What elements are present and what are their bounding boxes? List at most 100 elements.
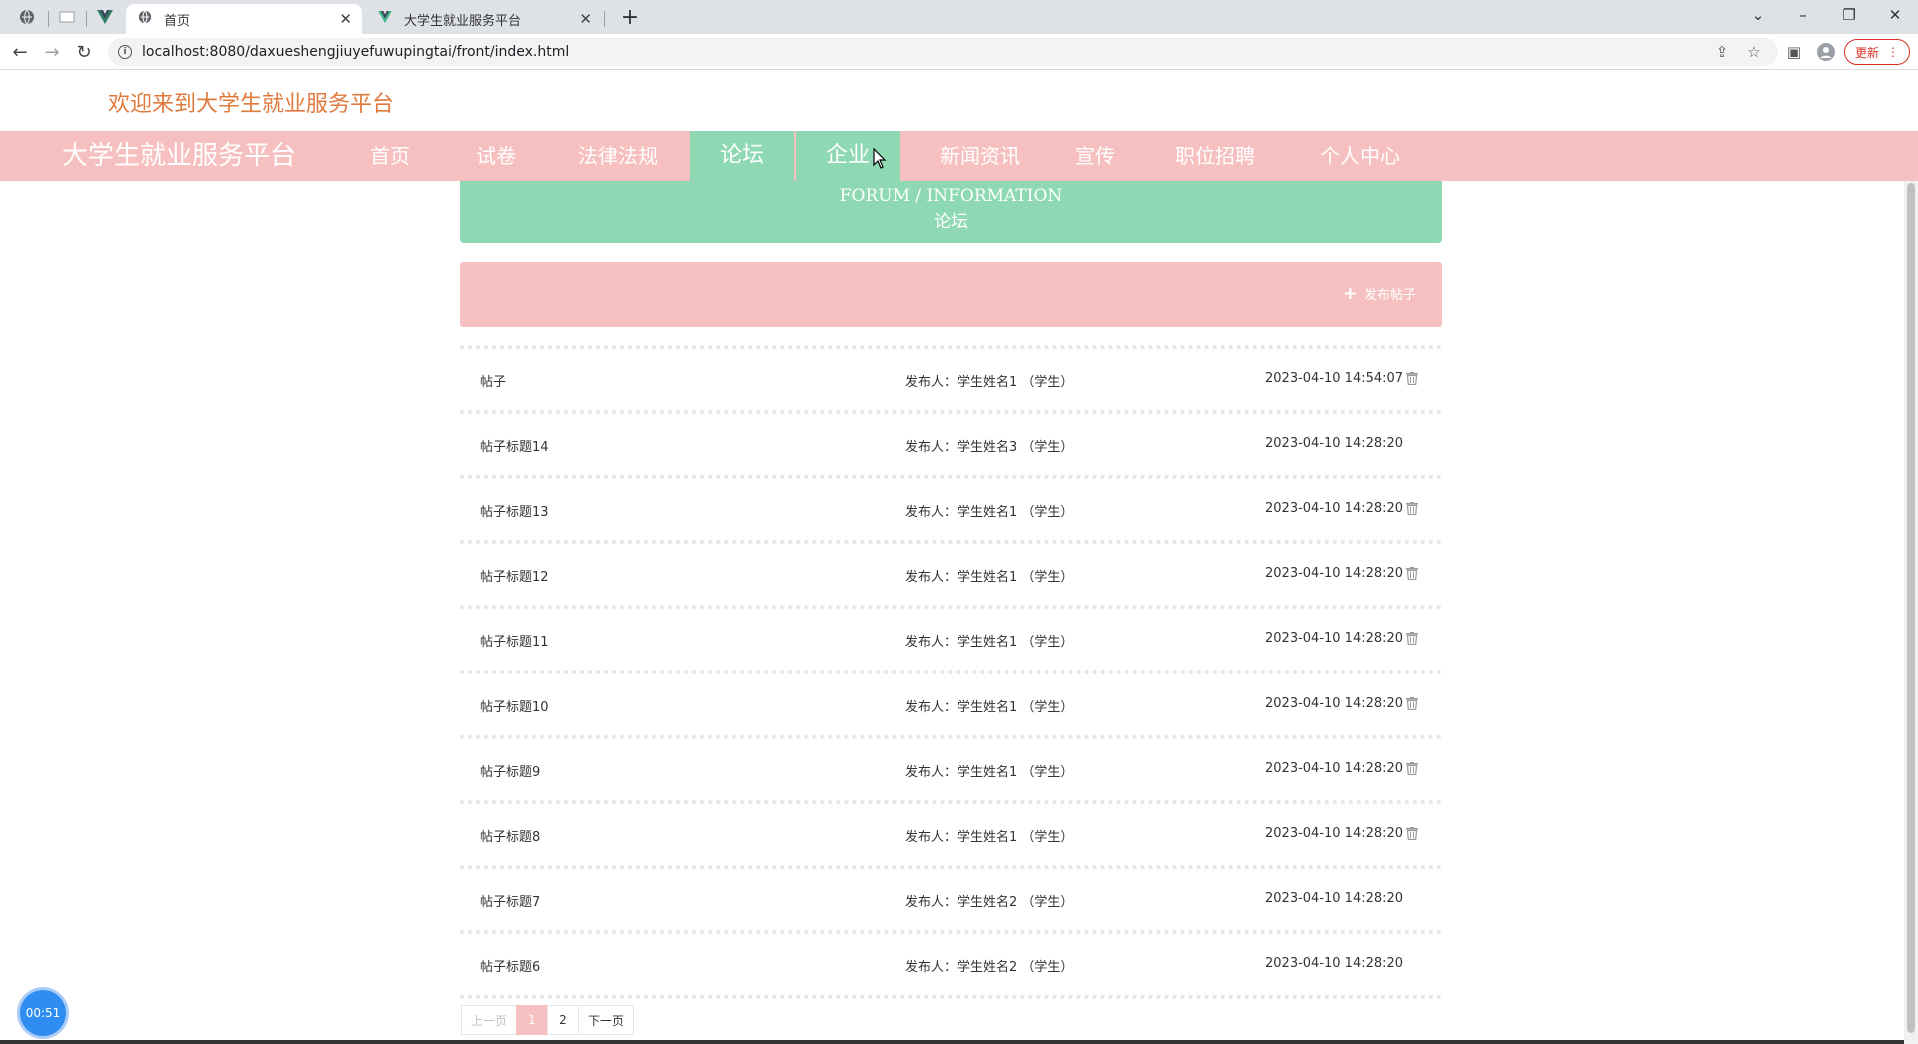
post-title[interactable]: 帖子 [480, 371, 506, 390]
post-author: 发布人：学生姓名1 （学生） [905, 700, 1074, 715]
post-time: 2023-04-10 14:28:20 [1265, 696, 1404, 711]
update-button[interactable]: 更新 ⋮ [1844, 39, 1910, 65]
share-icon[interactable]: ⇪ [1708, 38, 1736, 66]
post-title[interactable]: 帖子标题7 [480, 891, 540, 910]
profile-icon[interactable] [1812, 38, 1840, 66]
post-row[interactable]: 帖子标题6 发布人：学生姓名2 （学生） 2023-04-10 14:28:20 [460, 934, 1442, 999]
post-title[interactable]: 帖子标题10 [480, 696, 549, 715]
tab-platform[interactable]: 大学生就业服务平台 ✕ [366, 4, 602, 34]
pagination: 上一页 1 2 下一页 [461, 1005, 634, 1035]
page-button-1[interactable]: 1 [516, 1005, 548, 1035]
plus-icon: + [1342, 282, 1358, 304]
trash-icon[interactable] [1406, 632, 1418, 645]
sidepanel-icon[interactable]: ▣ [1780, 38, 1808, 66]
forum-action-bar: + 发布帖子 [460, 262, 1442, 327]
post-author: 发布人：学生姓名1 （学生） [905, 570, 1074, 585]
mouse-cursor-icon [873, 148, 887, 169]
post-row[interactable]: 帖子标题7 发布人：学生姓名2 （学生） 2023-04-10 14:28:20 [460, 869, 1442, 934]
post-row[interactable]: 帖子标题8 发布人：学生姓名1 （学生） 2023-04-10 14:28:20 [460, 804, 1442, 869]
post-author: 发布人：学生姓名1 （学生） [905, 375, 1074, 390]
globe-tab-icon[interactable] [10, 4, 44, 30]
forward-arrow-icon[interactable]: → [40, 40, 64, 64]
brand-title[interactable]: 大学生就业服务平台 [62, 131, 296, 181]
post-author: 发布人：学生姓名3 （学生） [905, 440, 1074, 455]
scrollbar[interactable] [1904, 181, 1918, 1044]
welcome-text: 欢迎来到大学生就业服务平台 [108, 92, 395, 117]
star-icon[interactable]: ☆ [1740, 38, 1768, 66]
forum-header: FORUM / INFORMATION 论坛 [460, 181, 1442, 243]
post-author: 发布人：学生姓名1 （学生） [905, 830, 1074, 845]
page-button-2[interactable]: 2 [547, 1005, 579, 1035]
post-time: 2023-04-10 14:28:20 [1265, 891, 1404, 906]
nav-item-exam[interactable]: 试卷 [446, 131, 546, 181]
publish-post-button[interactable]: + 发布帖子 [1343, 284, 1416, 303]
post-title[interactable]: 帖子标题9 [480, 761, 540, 780]
chevron-down-icon[interactable]: ⌄ [1735, 0, 1781, 30]
vue-icon [376, 11, 394, 27]
tab-home[interactable]: 首页 ✕ [126, 4, 362, 34]
nav-item-profile[interactable]: 个人中心 [1300, 131, 1420, 181]
main-nav: 大学生就业服务平台 首页 试卷 法律法规 论坛 企业 新闻资讯 宣传 职位招聘 … [0, 131, 1918, 181]
post-row[interactable]: 帖子标题14 发布人：学生姓名3 （学生） 2023-04-10 14:28:20 [460, 414, 1442, 479]
post-row[interactable]: 帖子标题9 发布人：学生姓名1 （学生） 2023-04-10 14:28:20 [460, 739, 1442, 804]
post-author: 发布人：学生姓名1 （学生） [905, 635, 1074, 650]
timer-badge[interactable]: 00:51 [20, 990, 66, 1036]
vue-tab-icon[interactable] [88, 4, 122, 30]
nav-item-promo[interactable]: 宣传 [1050, 131, 1140, 181]
post-title[interactable]: 帖子标题6 [480, 956, 540, 975]
trash-icon[interactable] [1406, 762, 1418, 775]
blank-tab-icon[interactable] [50, 4, 84, 30]
trash-icon[interactable] [1406, 697, 1418, 710]
nav-item-home[interactable]: 首页 [340, 131, 440, 181]
update-label: 更新 [1854, 45, 1879, 60]
tab-title: 首页 [164, 13, 191, 29]
trash-icon[interactable] [1406, 827, 1418, 840]
url-bar[interactable]: i localhost:8080/daxueshengjiuyefuwuping… [108, 38, 1778, 66]
post-row[interactable]: 帖子 发布人：学生姓名1 （学生） 2023-04-10 14:54:07 [460, 349, 1442, 414]
nav-item-forum[interactable]: 论坛 [690, 131, 794, 181]
browser-tab-bar: 首页 ✕ 大学生就业服务平台 ✕ + ⌄ – ❐ ✕ [0, 0, 1918, 34]
post-time: 2023-04-10 14:28:20 [1265, 631, 1404, 646]
post-title[interactable]: 帖子标题11 [480, 631, 549, 650]
info-icon[interactable]: i [118, 45, 132, 59]
trash-icon[interactable] [1406, 567, 1418, 580]
minimize-button[interactable]: – [1780, 0, 1826, 30]
post-title[interactable]: 帖子标题8 [480, 826, 540, 845]
post-row[interactable]: 帖子标题10 发布人：学生姓名1 （学生） 2023-04-10 14:28:20 [460, 674, 1442, 739]
post-row[interactable]: 帖子标题11 发布人：学生姓名1 （学生） 2023-04-10 14:28:20 [460, 609, 1442, 674]
back-arrow-icon[interactable]: ← [8, 40, 32, 64]
post-time: 2023-04-10 14:28:20 [1265, 436, 1404, 451]
nav-item-law[interactable]: 法律法规 [558, 131, 678, 181]
next-page-button[interactable]: 下一页 [578, 1005, 634, 1035]
post-time: 2023-04-10 14:54:07 [1265, 371, 1404, 386]
url-text[interactable]: localhost:8080/daxueshengjiuyefuwupingta… [142, 44, 569, 60]
post-time: 2023-04-10 14:28:20 [1265, 501, 1404, 516]
nav-item-jobs[interactable]: 职位招聘 [1160, 131, 1270, 181]
post-title[interactable]: 帖子标题14 [480, 436, 549, 455]
header-english-title: FORUM / INFORMATION [839, 186, 1063, 206]
post-list: 帖子 发布人：学生姓名1 （学生） 2023-04-10 14:54:07 帖子标题1… [460, 345, 1442, 999]
post-title[interactable]: 帖子标题13 [480, 501, 549, 520]
trash-icon[interactable] [1406, 502, 1418, 515]
post-time: 2023-04-10 14:28:20 [1265, 956, 1404, 971]
post-author: 发布人：学生姓名2 （学生） [905, 960, 1074, 975]
close-icon[interactable]: ✕ [579, 10, 592, 28]
scrollbar-thumb[interactable] [1907, 183, 1915, 1033]
post-row[interactable]: 帖子标题12 发布人：学生姓名1 （学生） 2023-04-10 14:28:20 [460, 544, 1442, 609]
more-icon: ⋮ [1887, 45, 1899, 59]
nav-item-news[interactable]: 新闻资讯 [920, 131, 1040, 181]
post-title[interactable]: 帖子标题12 [480, 566, 549, 585]
globe-icon [136, 10, 154, 28]
trash-icon[interactable] [1406, 372, 1418, 385]
close-icon[interactable]: ✕ [339, 10, 352, 28]
close-window-button[interactable]: ✕ [1872, 0, 1918, 30]
post-row[interactable]: 帖子标题13 发布人：学生姓名1 （学生） 2023-04-10 14:28:20 [460, 479, 1442, 544]
address-bar-row: ← → ↻ i localhost:8080/daxueshengjiuyefu… [0, 34, 1918, 70]
post-author: 发布人：学生姓名2 （学生） [905, 895, 1074, 910]
tab-title: 大学生就业服务平台 [404, 13, 522, 29]
new-tab-button[interactable]: + [616, 4, 644, 30]
prev-page-button[interactable]: 上一页 [461, 1005, 517, 1035]
post-time: 2023-04-10 14:28:20 [1265, 566, 1404, 581]
reload-icon[interactable]: ↻ [72, 40, 96, 64]
restore-button[interactable]: ❐ [1826, 0, 1872, 30]
